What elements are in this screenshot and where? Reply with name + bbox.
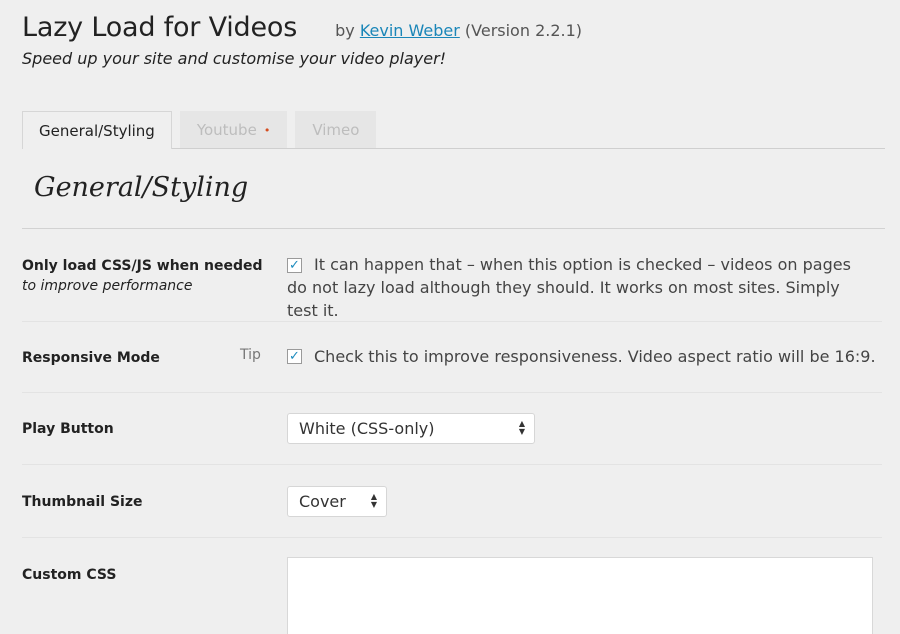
thumbnail-size-select[interactable]: Cover ▲ ▼ [287, 486, 387, 517]
row-divider [22, 321, 882, 322]
css-js-option-label: Only load CSS/JS when needed to improve … [22, 258, 263, 294]
css-js-sublabel: to improve performance [22, 278, 193, 294]
section-divider [22, 228, 885, 229]
tab-bar: General/Styling Youtube • Vimeo [22, 110, 885, 149]
byline: by Kevin Weber (Version 2.2.1) [335, 21, 582, 40]
row-divider [22, 537, 882, 538]
css-js-label: Only load CSS/JS when needed [22, 258, 263, 274]
responsive-mode-checkbox[interactable]: ✓ [287, 349, 302, 364]
play-button-select-value: White (CSS-only) [299, 419, 435, 438]
play-button-label: Play Button [22, 421, 114, 437]
notification-dot-icon: • [263, 123, 271, 137]
thumbnail-size-label: Thumbnail Size [22, 494, 143, 510]
select-arrows-icon: ▲ ▼ [519, 420, 525, 436]
arrow-down-icon: ▼ [518, 427, 525, 436]
title-line: Lazy Load for Videos by Kevin Weber (Ver… [22, 12, 900, 43]
row-divider [22, 464, 882, 465]
by-prefix: by [335, 21, 355, 40]
tab-youtube[interactable]: Youtube • [179, 111, 288, 148]
thumbnail-size-select-value: Cover [299, 492, 346, 511]
plugin-tagline: Speed up your site and customise your vi… [22, 49, 447, 68]
css-js-description: It can happen that – when this option is… [287, 255, 851, 320]
tab-label: Vimeo [312, 121, 360, 139]
tab-general-styling[interactable]: General/Styling [22, 111, 172, 149]
settings-page: Lazy Load for Videos by Kevin Weber (Ver… [0, 0, 900, 634]
arrow-down-icon: ▼ [370, 500, 377, 509]
section-title: General/Styling [34, 172, 249, 203]
version-text: (Version 2.2.1) [464, 21, 583, 40]
row-divider [22, 392, 882, 393]
custom-css-label: Custom CSS [22, 567, 117, 583]
play-button-select[interactable]: White (CSS-only) ▲ ▼ [287, 413, 535, 444]
tab-label: General/Styling [39, 121, 155, 140]
responsive-mode-description: Check this to improve responsiveness. Vi… [314, 347, 876, 366]
select-arrows-icon: ▲ ▼ [371, 493, 377, 509]
plugin-title: Lazy Load for Videos [22, 12, 298, 43]
tip-link[interactable]: Tip [240, 347, 261, 363]
responsive-mode-label: Responsive Mode [22, 350, 160, 366]
custom-css-textarea[interactable] [287, 557, 873, 634]
tab-label: Youtube [196, 121, 257, 139]
tab-vimeo[interactable]: Vimeo [295, 111, 377, 148]
author-link[interactable]: Kevin Weber [360, 21, 460, 40]
plugin-header: Lazy Load for Videos by Kevin Weber (Ver… [22, 12, 900, 68]
